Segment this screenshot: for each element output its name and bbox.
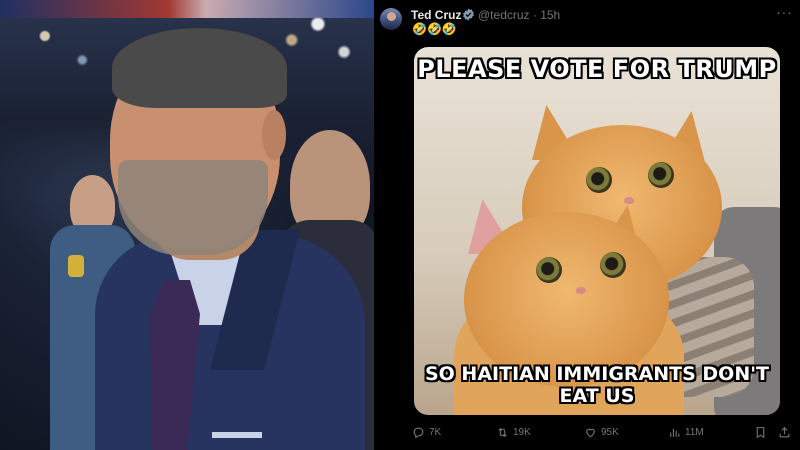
- cat-eye: [536, 257, 562, 283]
- heart-icon: [586, 428, 595, 438]
- reply-icon: [413, 427, 424, 439]
- views-count: 11M: [685, 427, 704, 438]
- cat-eye: [600, 252, 626, 278]
- reply-count: 7K: [429, 427, 442, 438]
- meme-bottom-line: EAT US: [559, 385, 635, 407]
- display-name[interactable]: Ted Cruz: [411, 8, 461, 22]
- cat-eye: [586, 167, 612, 193]
- repost-icon: [498, 427, 507, 438]
- bookmark-button[interactable]: [754, 426, 767, 439]
- tweet-text: 🤣🤣🤣: [412, 22, 457, 36]
- cat-bottom: [464, 212, 669, 387]
- views-button[interactable]: 11M: [668, 426, 704, 439]
- repost-button[interactable]: 19K: [496, 426, 531, 439]
- cat-nose: [576, 287, 586, 294]
- bookmark-icon: [756, 427, 765, 439]
- verified-badge-icon: [463, 8, 474, 21]
- meme-image[interactable]: PLEASE VOTE FOR TRUMP SO HAITIAN IMMIGRA…: [414, 47, 780, 415]
- like-count: 95K: [601, 427, 619, 438]
- reply-button[interactable]: 7K: [412, 426, 441, 439]
- tweet-card[interactable]: Ted Cruz @tedcruz · 15h ··· 🤣🤣🤣 PLEASE V…: [374, 0, 800, 450]
- more-options-icon[interactable]: ···: [776, 4, 793, 20]
- like-button[interactable]: 95K: [584, 426, 619, 439]
- avatar[interactable]: [380, 8, 402, 30]
- ear: [262, 110, 286, 160]
- pocket-square: [212, 432, 262, 438]
- share-button[interactable]: [778, 426, 791, 439]
- officer-badge: [68, 255, 84, 277]
- meme-bottom-line: SO HAITIAN IMMIGRANTS DON'T: [424, 363, 770, 385]
- news-photo: [0, 0, 374, 450]
- meme-top-caption: PLEASE VOTE FOR TRUMP: [417, 55, 777, 83]
- repost-count: 19K: [513, 427, 531, 438]
- hair: [112, 28, 287, 108]
- cat-eye: [648, 162, 674, 188]
- share-icon: [779, 426, 790, 438]
- meme-bottom-caption: SO HAITIAN IMMIGRANTS DON'T EAT US: [414, 363, 780, 407]
- tweet-actions: 7K 19K 95K 11M: [412, 426, 792, 442]
- beard: [118, 160, 268, 255]
- cat-nose: [624, 197, 634, 204]
- handle-and-time[interactable]: @tedcruz · 15h: [478, 8, 560, 22]
- views-icon: [670, 428, 680, 437]
- arena-banner: [0, 0, 374, 18]
